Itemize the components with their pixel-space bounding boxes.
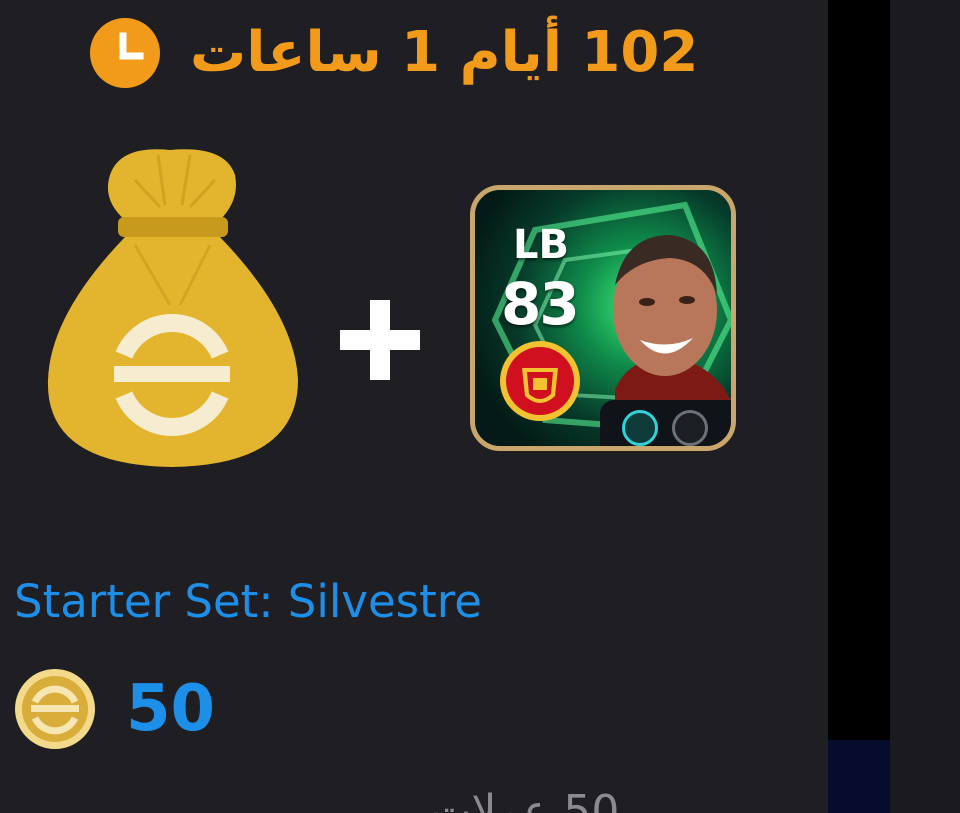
clock-icon — [90, 18, 160, 88]
price-value: 50 — [126, 672, 216, 746]
divider-footer — [828, 740, 890, 813]
offer-card[interactable]: 102 أيام 1 ساعات LB 83 Starter Set: Silv… — [0, 0, 828, 813]
next-offer-card[interactable] — [890, 0, 960, 813]
divider — [828, 0, 890, 740]
manchester-united-crest-icon — [500, 341, 580, 421]
plus-icon — [340, 300, 420, 380]
player-rating: 83 — [501, 270, 580, 338]
coin-badge-icon — [672, 410, 708, 446]
next-offer-peek: 50 عملات — [430, 786, 620, 813]
price-row[interactable]: 50 — [14, 668, 215, 750]
player-position: LB — [513, 222, 569, 268]
efootball-coin-icon — [15, 669, 95, 749]
card-badges — [600, 400, 731, 446]
boost-badge-icon — [622, 410, 658, 446]
player-card[interactable]: LB 83 — [470, 185, 736, 451]
timer-text: 102 أيام 1 ساعات — [190, 20, 699, 85]
money-bag-icon — [47, 149, 298, 467]
offer-title: Starter Set: Silvestre — [14, 575, 482, 628]
offer-timer: 102 أيام 1 ساعات — [90, 18, 698, 88]
